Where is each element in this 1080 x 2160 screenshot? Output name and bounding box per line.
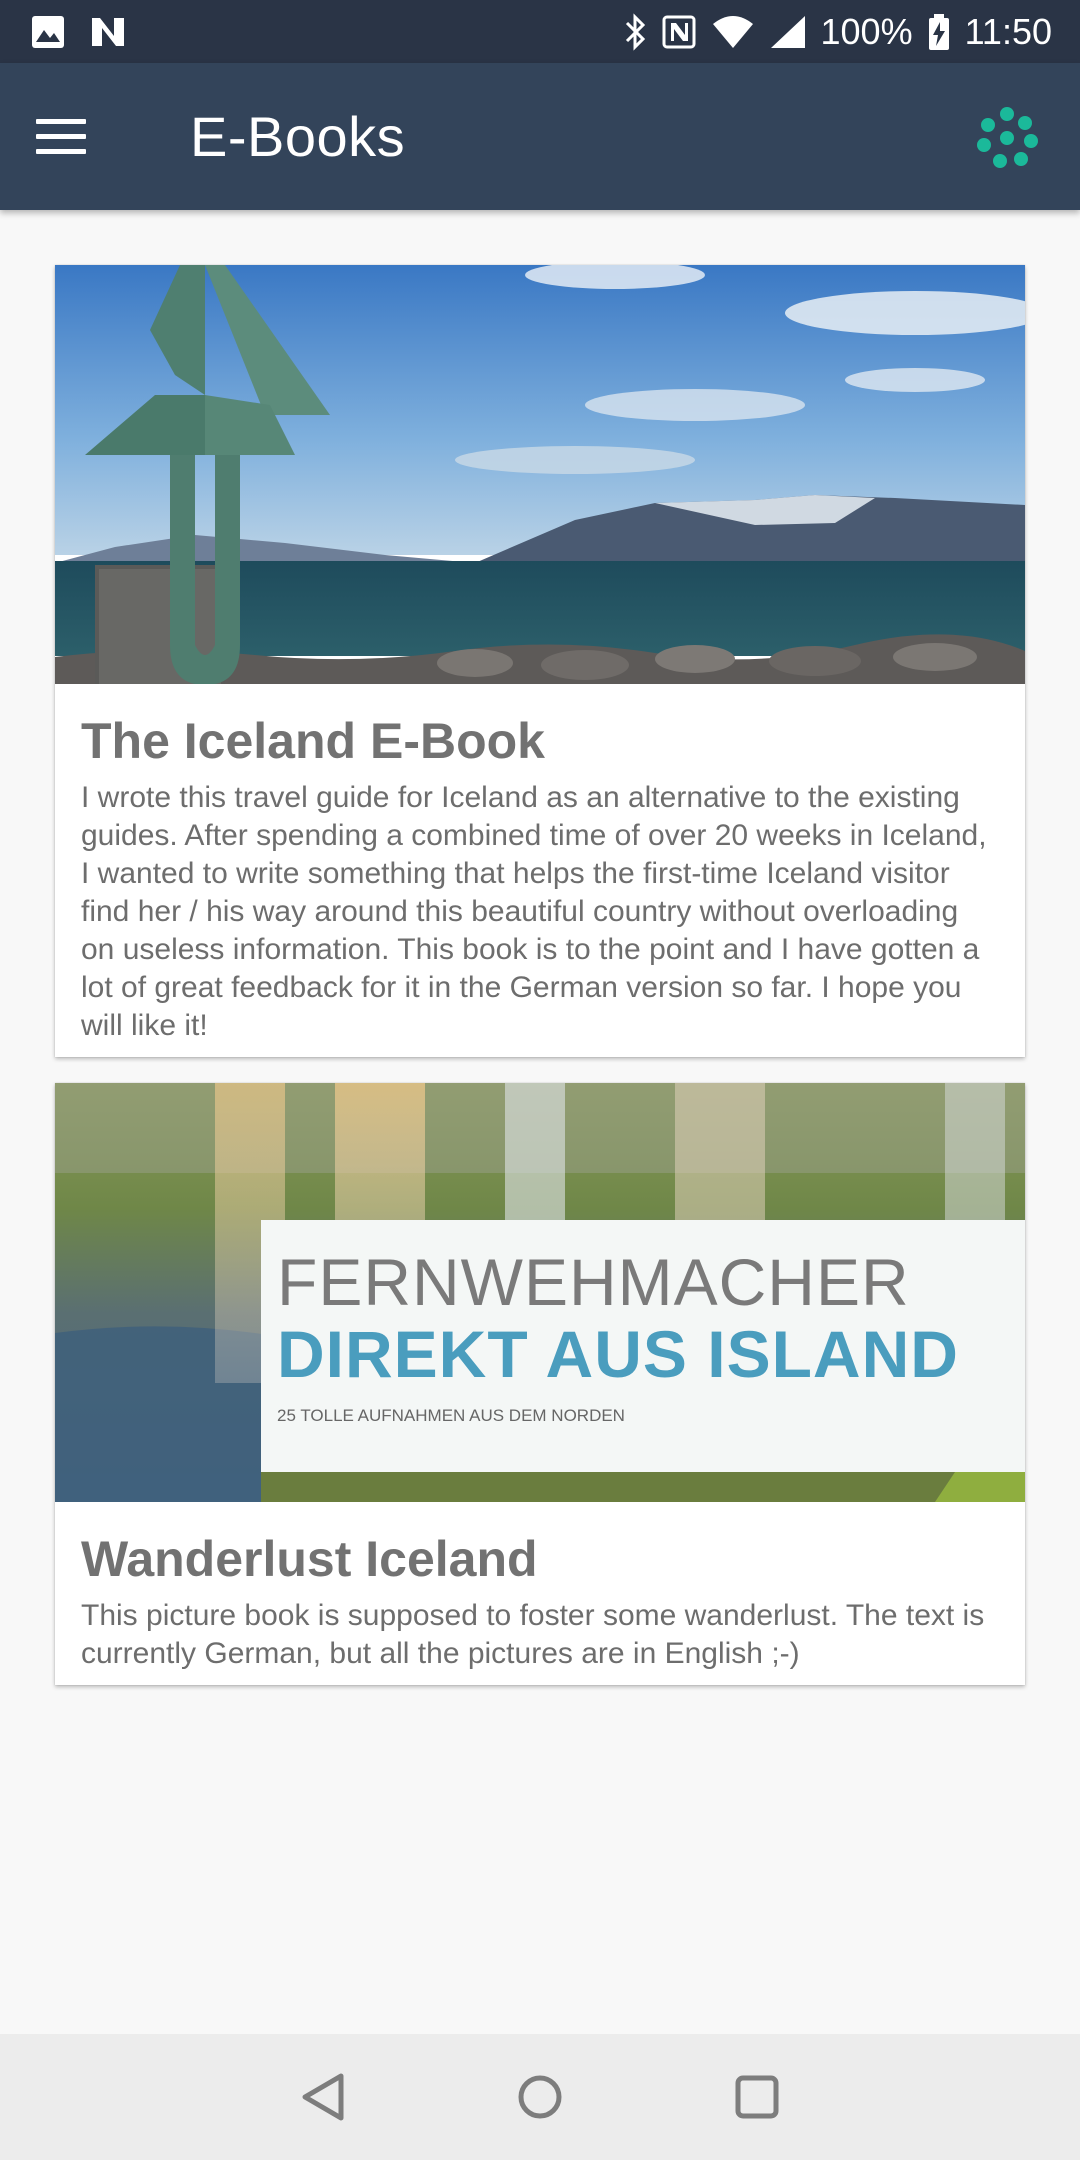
cover-line-2: DIREKT AUS ISLAND: [277, 1317, 959, 1391]
nfc-icon: [662, 15, 695, 48]
card-body: Wanderlust Iceland This picture book is …: [55, 1502, 1025, 1685]
ebook-title: The Iceland E-Book: [81, 713, 545, 769]
app-bar: E-Books: [0, 63, 1080, 210]
ebook-description: This picture book is supposed to foster …: [81, 1599, 985, 1670]
n-app-icon: [92, 17, 124, 46]
system-nav-bar: [0, 2034, 1080, 2160]
status-bar-right: 100% 11:50: [625, 10, 1052, 53]
ebook-card-wanderlust[interactable]: FERNWEHMACHER DIREKT AUS ISLAND 25 TOLLE…: [55, 1083, 1025, 1685]
iceland-cover-image: [55, 265, 1025, 684]
page-title: E-Books: [190, 105, 406, 168]
ebook-description: I wrote this travel guide for Iceland as…: [81, 781, 987, 1042]
hamburger-menu-icon[interactable]: [36, 101, 108, 173]
status-bar-left: [30, 14, 130, 50]
bluetooth-icon: [625, 12, 645, 51]
status-bar: 100% 11:50: [0, 0, 1080, 63]
home-icon[interactable]: [504, 2061, 576, 2133]
back-icon[interactable]: [287, 2061, 359, 2133]
cover-title-panel: FERNWEHMACHER DIREKT AUS ISLAND 25 TOLLE…: [261, 1220, 1025, 1472]
dots-circle-icon[interactable]: [974, 105, 1040, 171]
battery-percent: 100%: [820, 10, 913, 52]
ebook-title: Wanderlust Iceland: [81, 1531, 538, 1587]
ebook-card-iceland[interactable]: The Iceland E-Book I wrote this travel g…: [55, 265, 1025, 1057]
cover-line-3: 25 TOLLE AUFNAHMEN AUS DEM NORDEN: [277, 1406, 625, 1425]
cover-line-1: FERNWEHMACHER: [277, 1245, 910, 1319]
signal-icon: [770, 15, 805, 48]
ebook-list: The Iceland E-Book I wrote this travel g…: [55, 265, 1025, 1711]
wanderlust-cover-image: FERNWEHMACHER DIREKT AUS ISLAND 25 TOLLE…: [55, 1083, 1025, 1502]
battery-charging-icon: [928, 13, 949, 50]
recents-icon[interactable]: [721, 2061, 793, 2133]
wifi-icon: [712, 15, 753, 48]
clock: 11:50: [964, 10, 1052, 52]
card-body: The Iceland E-Book I wrote this travel g…: [55, 684, 1025, 1057]
image-icon: [32, 15, 64, 48]
